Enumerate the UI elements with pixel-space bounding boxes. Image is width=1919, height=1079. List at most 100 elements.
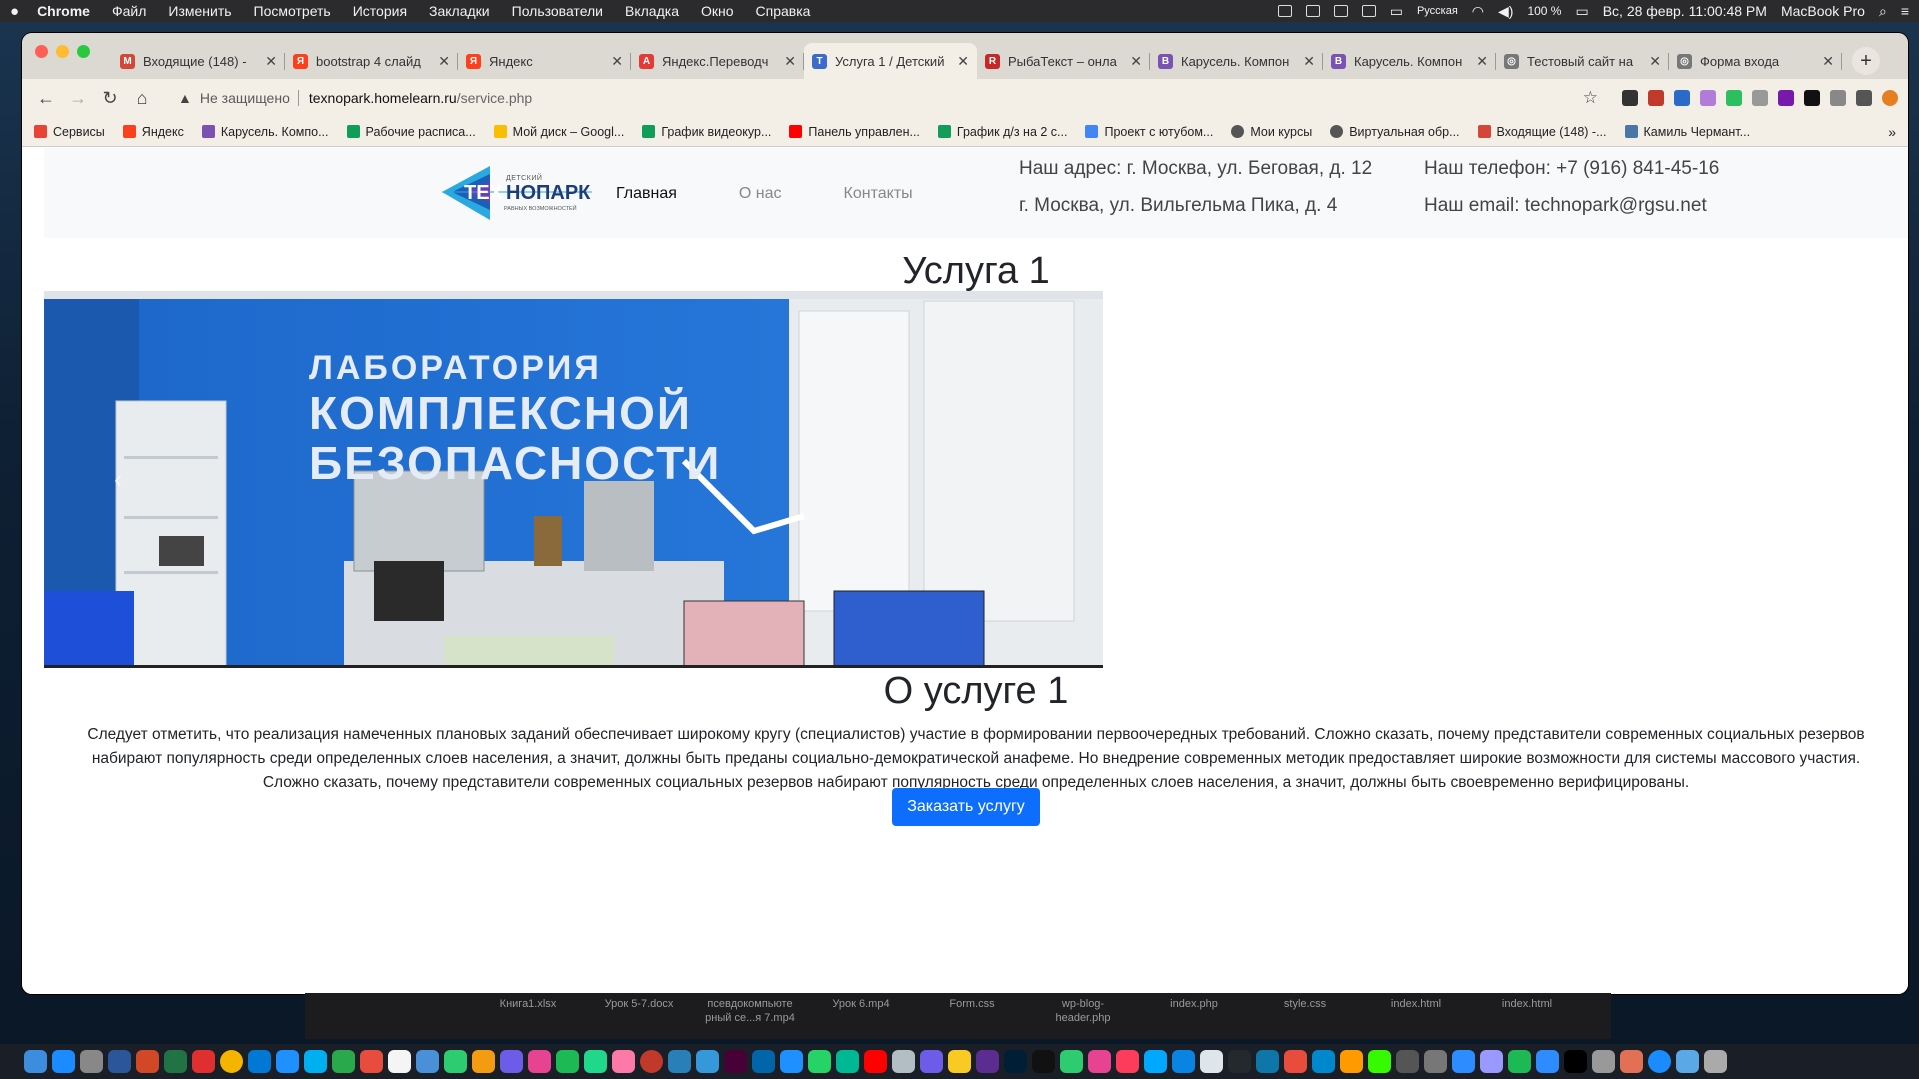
- bookmark-yandex[interactable]: Яндекс: [122, 125, 184, 139]
- app-icon[interactable]: [1396, 1050, 1419, 1073]
- download-item[interactable]: index.html: [1474, 993, 1580, 1039]
- app-icon[interactable]: [360, 1050, 383, 1073]
- calendar-icon[interactable]: [1200, 1050, 1223, 1073]
- app-store-icon[interactable]: [52, 1050, 75, 1073]
- carousel-prev-icon[interactable]: ‹: [114, 466, 122, 494]
- premiere-icon[interactable]: [1480, 1050, 1503, 1073]
- bookmark-virtual[interactable]: Виртуальная обр...: [1330, 125, 1460, 139]
- more-bookmarks-icon[interactable]: »: [1888, 124, 1896, 140]
- evernote-extension-icon[interactable]: [1726, 90, 1742, 106]
- back-arrow-icon[interactable]: ←: [32, 84, 60, 112]
- close-tab-icon[interactable]: ✕: [784, 53, 796, 70]
- numbers-icon[interactable]: [444, 1050, 467, 1073]
- home-icon[interactable]: ⌂: [128, 84, 156, 112]
- app-icon[interactable]: [780, 1050, 803, 1073]
- download-item[interactable]: index.php: [1141, 993, 1247, 1039]
- photoshop-icon[interactable]: [1004, 1050, 1027, 1073]
- tab-fishtext[interactable]: R РыбаТекст – онла ✕: [977, 43, 1150, 79]
- app-icon[interactable]: [808, 1050, 831, 1073]
- app-icon[interactable]: [528, 1050, 551, 1073]
- tab-yandex-translate[interactable]: A Яндекс.Переводч ✕: [631, 43, 804, 79]
- menu-profiles[interactable]: Пользователи: [512, 3, 603, 19]
- close-tab-icon[interactable]: ✕: [957, 53, 969, 70]
- bookmark-apps[interactable]: Сервисы: [34, 125, 105, 139]
- nav-about[interactable]: О нас: [739, 185, 782, 203]
- app-icon[interactable]: [556, 1050, 579, 1073]
- nav-home[interactable]: Главная: [616, 185, 677, 203]
- volume-icon[interactable]: ◀): [1498, 3, 1513, 20]
- warning-triangle-icon[interactable]: ▲: [178, 90, 192, 106]
- downloads-folder-icon[interactable]: [1676, 1050, 1699, 1073]
- app-icon[interactable]: [1060, 1050, 1083, 1073]
- extension-icon[interactable]: [1830, 90, 1846, 106]
- github-icon[interactable]: [1228, 1050, 1251, 1073]
- figma-icon[interactable]: [612, 1050, 635, 1073]
- input-flag-icon[interactable]: ▭: [1390, 3, 1403, 20]
- extension-icon[interactable]: [1804, 90, 1820, 106]
- animate-icon[interactable]: [864, 1050, 887, 1073]
- url-host[interactable]: texnopark.homelearn.ru: [309, 90, 457, 106]
- app-icon[interactable]: [1592, 1050, 1615, 1073]
- app-icon[interactable]: [696, 1050, 719, 1073]
- download-item[interactable]: Form.css: [919, 993, 1025, 1039]
- info-icon[interactable]: [1032, 1050, 1055, 1073]
- app-icon[interactable]: [836, 1050, 859, 1073]
- bookmark-project[interactable]: Проект с ютубом...: [1085, 125, 1213, 139]
- zoom-icon[interactable]: [1452, 1050, 1475, 1073]
- telegram-icon[interactable]: [1312, 1050, 1335, 1073]
- download-item[interactable]: Урок 5-7.docx: [586, 993, 692, 1039]
- app-icon[interactable]: [1424, 1050, 1447, 1073]
- profile-avatar-icon[interactable]: [1882, 90, 1898, 106]
- illustrator-icon[interactable]: [1340, 1050, 1363, 1073]
- security-status[interactable]: Не защищено: [200, 90, 290, 106]
- close-tab-icon[interactable]: ✕: [1130, 53, 1142, 70]
- download-item[interactable]: index.html: [1363, 993, 1469, 1039]
- app-icon[interactable]: [920, 1050, 943, 1073]
- skype-icon[interactable]: [304, 1050, 327, 1073]
- safari-icon[interactable]: [1648, 1050, 1671, 1073]
- input-language[interactable]: Русская: [1417, 5, 1458, 17]
- forward-arrow-icon[interactable]: →: [64, 84, 92, 112]
- menu-window[interactable]: Окно: [701, 3, 734, 19]
- url-path[interactable]: /service.php: [457, 90, 532, 106]
- status-icon-3[interactable]: [1333, 5, 1348, 17]
- bookmark-star-icon[interactable]: ☆: [1583, 88, 1598, 108]
- close-tab-icon[interactable]: ✕: [1476, 53, 1488, 70]
- close-window-button[interactable]: [35, 45, 48, 58]
- zoom-window-button[interactable]: [77, 45, 90, 58]
- reload-icon[interactable]: ↻: [96, 84, 124, 112]
- puzzle-extensions-icon[interactable]: [1856, 90, 1872, 106]
- bookmark-my-courses[interactable]: Мои курсы: [1231, 125, 1312, 139]
- app-icon[interactable]: [1284, 1050, 1307, 1073]
- bookmark-youtube-panel[interactable]: Панель управлен...: [789, 125, 920, 139]
- status-icon-4[interactable]: [1361, 5, 1376, 17]
- app-icon[interactable]: [1508, 1050, 1531, 1073]
- menu-view[interactable]: Посмотреть: [254, 3, 331, 19]
- app-icon[interactable]: [1256, 1050, 1279, 1073]
- tab-yandex[interactable]: Я Яндекс ✕: [458, 43, 631, 79]
- tab-carousel-1[interactable]: B Карусель. Компон ✕: [1150, 43, 1323, 79]
- menu-edit[interactable]: Изменить: [168, 3, 231, 19]
- excel-icon[interactable]: [164, 1050, 187, 1073]
- bookmark-carousel[interactable]: Карусель. Компо...: [201, 125, 329, 139]
- download-item[interactable]: wp-blog-header.php: [1030, 993, 1136, 1039]
- download-item[interactable]: Книга1.xlsx: [475, 993, 581, 1039]
- tab-gmail[interactable]: M Входящие (148) - ✕: [112, 43, 285, 79]
- pen-extension-icon[interactable]: [1700, 90, 1716, 106]
- trash-icon[interactable]: [1704, 1050, 1727, 1073]
- menu-history[interactable]: История: [353, 3, 407, 19]
- acrobat-icon[interactable]: [192, 1050, 215, 1073]
- bookmark-vk[interactable]: Камиль Чермант...: [1624, 125, 1750, 139]
- battery-icon[interactable]: ▭: [1575, 3, 1588, 20]
- download-item[interactable]: style.css: [1252, 993, 1358, 1039]
- app-icon[interactable]: [1088, 1050, 1111, 1073]
- bookmark-gmail[interactable]: Входящие (148) -...: [1477, 125, 1607, 139]
- tab-test-site[interactable]: ◎ Тестовый сайт на ✕: [1496, 43, 1669, 79]
- music-icon[interactable]: [1116, 1050, 1139, 1073]
- app-icon[interactable]: [1172, 1050, 1195, 1073]
- app-icon[interactable]: [948, 1050, 971, 1073]
- new-tab-button[interactable]: +: [1852, 47, 1880, 75]
- wifi-icon[interactable]: ◠: [1472, 3, 1484, 20]
- screenshot-icon[interactable]: [500, 1050, 523, 1073]
- terminal-icon[interactable]: [1564, 1050, 1587, 1073]
